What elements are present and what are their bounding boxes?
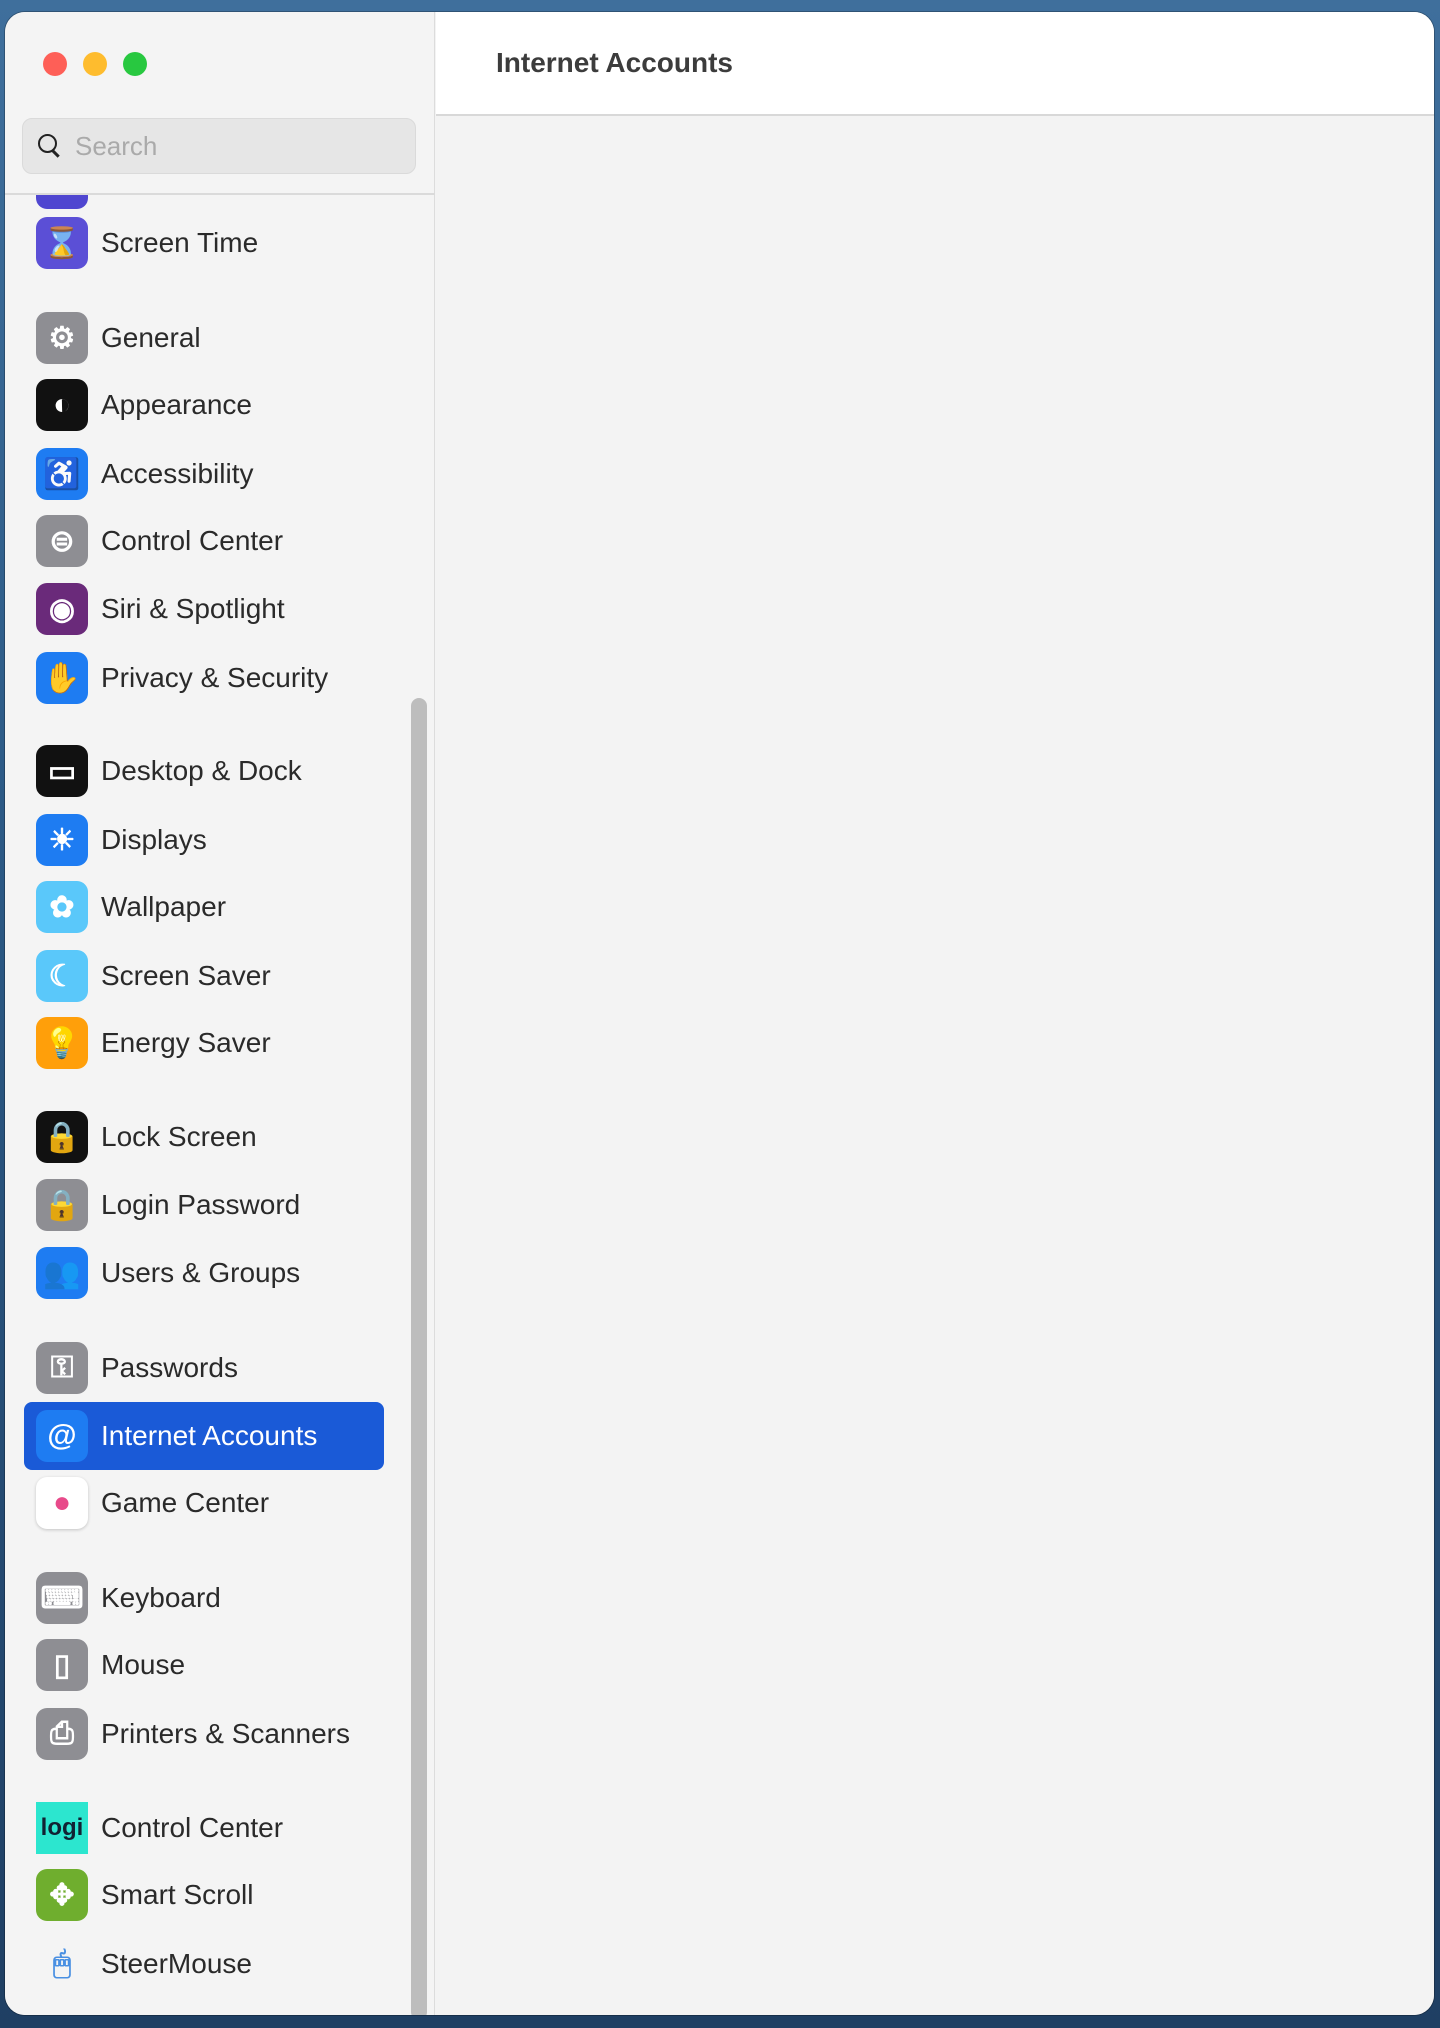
accessibility-icon: ♿ (36, 448, 88, 500)
sidebar-item-label: Passwords (101, 1352, 238, 1383)
sidebar-item-keyboard[interactable]: ⌨ Keyboard (24, 1564, 384, 1632)
lock-screen-icon: 🔒 (36, 1111, 88, 1163)
sidebar-item-label: Login Password (101, 1189, 301, 1220)
sun-icon: ☀ (36, 814, 88, 866)
sidebar-item-lock-screen[interactable]: 🔒 Lock Screen (24, 1103, 384, 1171)
at-icon: @ (36, 1410, 88, 1462)
appearance-icon: ◐ (36, 379, 88, 431)
sidebar-scrollbar[interactable] (411, 698, 427, 2015)
search-placeholder: Search (75, 130, 158, 161)
logi-icon: logi (36, 1802, 88, 1854)
sidebar-item-control-center[interactable]: logi Control Center (24, 1794, 384, 1862)
content-pane: Internet Accounts (436, 12, 1434, 2015)
sidebar-item-label: Siri & Spotlight (101, 593, 285, 624)
sidebar-item-label: Internet Accounts (101, 1420, 318, 1451)
lock-icon: 🔒 (36, 1179, 88, 1231)
printer-icon: ⎙ (36, 1708, 88, 1760)
sidebar-item-label: General (101, 322, 201, 353)
sidebar-item-label: Wallpaper (101, 891, 227, 922)
sidebar-item-label: Energy Saver (101, 1027, 271, 1058)
gear-icon: ⚙ (36, 312, 88, 364)
page-title: Internet Accounts (496, 47, 733, 78)
sidebar-item-label: Printers & Scanners (101, 1718, 350, 1749)
minimize-button[interactable] (83, 52, 107, 76)
sidebar-item-label: Privacy & Security (101, 662, 329, 693)
sidebar-item-mouse[interactable]: ▯ Mouse (24, 1631, 384, 1699)
sidebar-item-steermouse[interactable]: 🖱 SteerMouse (24, 1930, 384, 1998)
sidebar-item-label: Control Center (101, 1812, 284, 1843)
sidebar-item-internet-accounts[interactable]: @ Internet Accounts (24, 1402, 384, 1470)
sidebar-item-label: Screen Time (101, 227, 259, 258)
zoom-button[interactable] (123, 52, 147, 76)
flower-icon: ✿ (36, 881, 88, 933)
sidebar-item-siri-spotlight[interactable]: ◉ Siri & Spotlight (24, 575, 384, 643)
toggles-icon: ⊜ (36, 515, 88, 567)
sidebar-item-wallpaper[interactable]: ✿ Wallpaper (24, 873, 384, 941)
sidebar-item-privacy-security[interactable]: ✋ Privacy & Security (24, 644, 384, 712)
sidebar-item-screen-time[interactable]: ⌛ Screen Time (24, 209, 384, 277)
sidebar-item-printers-scanners[interactable]: ⎙ Printers & Scanners (24, 1700, 384, 1768)
game-center-icon: ● (36, 1477, 88, 1529)
sidebar-list: ⌛ Screen Time ⚙ General ◐ Appearance ♿ Accessib… (5, 195, 435, 2015)
bulb-icon: 💡 (36, 1017, 88, 1069)
sidebar-item-label: Mouse (101, 1649, 186, 1680)
sidebar-item-label: Lock Screen (101, 1121, 257, 1152)
hourglass-icon: ⌛ (36, 217, 88, 269)
sidebar-item-passwords[interactable]: ⚿ Passwords (24, 1334, 384, 1402)
dock-icon: ▭ (36, 745, 88, 797)
sidebar-item-label: SteerMouse (101, 1948, 252, 1979)
sidebar-item-label: Desktop & Dock (101, 755, 302, 786)
smart-scroll-icon: ✥ (36, 1869, 88, 1921)
sidebar-item-users-groups[interactable]: 👥 Users & Groups (24, 1239, 384, 1307)
sidebar-item-login-password[interactable]: 🔒 Login Password (24, 1171, 384, 1239)
sidebar-item-label: Users & Groups (101, 1257, 301, 1288)
screensaver-icon: ☾ (36, 950, 88, 1002)
sidebar-item-label: Accessibility (101, 458, 254, 489)
key-icon: ⚿ (36, 1342, 88, 1394)
sidebar-item-label: Smart Scroll (101, 1879, 254, 1910)
sidebar-item-screen-saver[interactable]: ☾ Screen Saver (24, 942, 384, 1010)
sidebar-item-displays[interactable]: ☀ Displays (24, 806, 384, 874)
sidebar-item-label: Screen Saver (101, 960, 271, 991)
sidebar-item-game-center[interactable]: ● Game Center (24, 1469, 384, 1537)
keyboard-icon: ⌨ (36, 1572, 88, 1624)
sidebar-item-label: Keyboard (101, 1582, 221, 1613)
sidebar-item-general[interactable]: ⚙ General (24, 304, 384, 372)
partial-item-icon (36, 195, 88, 209)
sidebar: Search ⌛ Screen Time ⚙ General ◐ Appearance ♿ A… (5, 12, 435, 2015)
system-settings-window: Search ⌛ Screen Time ⚙ General ◐ Appearance ♿ A… (5, 12, 1434, 2015)
sidebar-item-label: Control Center (101, 525, 284, 556)
hand-icon: ✋ (36, 652, 88, 704)
mouse-icon: ▯ (36, 1639, 88, 1691)
search-icon (37, 133, 63, 159)
sidebar-item-smart-scroll[interactable]: ✥ Smart Scroll (24, 1861, 384, 1929)
sidebar-item-label: Game Center (101, 1487, 270, 1518)
content-header: Internet Accounts (436, 12, 1434, 116)
search-input[interactable]: Search (22, 118, 416, 174)
sidebar-item-control-center[interactable]: ⊜ Control Center (24, 507, 384, 575)
sidebar-item-energy-saver[interactable]: 💡 Energy Saver (24, 1009, 384, 1077)
sidebar-item-desktop-dock[interactable]: ▭ Desktop & Dock (24, 737, 384, 805)
sidebar-item-accessibility[interactable]: ♿ Accessibility (24, 440, 384, 508)
users-icon: 👥 (36, 1247, 88, 1299)
sidebar-item-label: Displays (101, 824, 207, 855)
sidebar-item-appearance[interactable]: ◐ Appearance (24, 371, 384, 439)
sidebar-item-label: Appearance (101, 389, 253, 420)
steermouse-icon: 🖱 (36, 1938, 88, 1990)
close-button[interactable] (43, 52, 67, 76)
siri-icon: ◉ (36, 583, 88, 635)
